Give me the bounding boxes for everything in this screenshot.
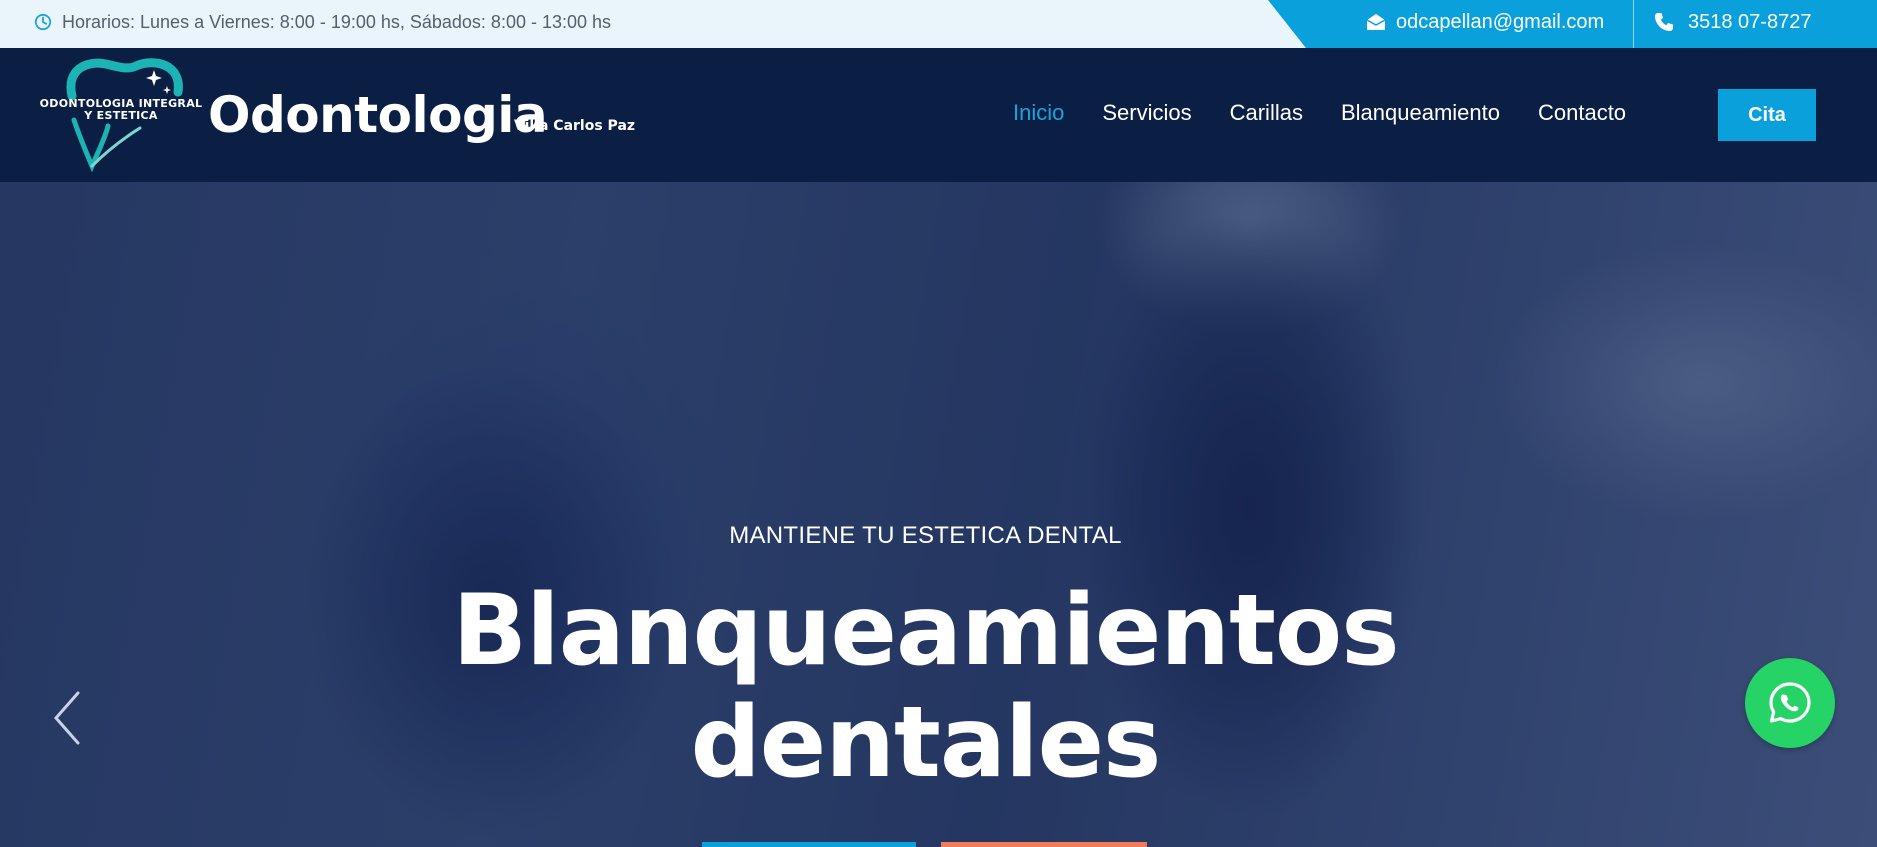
hero-secondary-button[interactable] (941, 842, 1147, 847)
nav-item-inicio[interactable]: Inicio (1013, 100, 1064, 126)
nav-item-servicios[interactable]: Servicios (1102, 100, 1191, 126)
cita-button[interactable]: Cita (1718, 89, 1816, 141)
brand-name[interactable]: Odontologia (208, 86, 548, 144)
hero-subtitle: MANTIENE TU ESTETICA DENTAL (729, 522, 1122, 549)
nav-item-carillas[interactable]: Carillas (1230, 100, 1303, 126)
hero-slider: MANTIENE TU ESTETICA DENTAL Blanqueamien… (0, 182, 1877, 847)
main-nav: Inicio Servicios Carillas Blanqueamiento… (1013, 100, 1664, 126)
phone-icon (1655, 13, 1673, 31)
logo-text: ODONTOLOGIA INTEGRAL Y ESTETICA (36, 98, 206, 122)
top-info-bar: Horarios: Lunes a Viernes: 8:00 - 19:00 … (0, 0, 1877, 48)
phone-text: 3518 07-8727 (1688, 10, 1812, 33)
nav-item-contacto[interactable]: Contacto (1538, 100, 1626, 126)
main-header: ODONTOLOGIA INTEGRAL Y ESTETICA Odontolo… (0, 48, 1877, 182)
whatsapp-button[interactable] (1745, 658, 1835, 748)
hero-title: Blanqueamientos dentales (0, 575, 1851, 799)
logo-line-2: Y ESTETICA (84, 109, 158, 122)
envelope-icon (1366, 14, 1386, 30)
site-logo[interactable]: ODONTOLOGIA INTEGRAL Y ESTETICA (36, 56, 206, 174)
hours-text: Horarios: Lunes a Viernes: 8:00 - 19:00 … (62, 11, 612, 32)
email-text: odcapellan@gmail.com (1396, 10, 1605, 33)
nav-item-blanqueamiento[interactable]: Blanqueamiento (1341, 100, 1500, 126)
chevron-left-icon[interactable] (52, 690, 82, 746)
brand-location: Villa Carlos Paz (514, 118, 636, 134)
business-hours: Horarios: Lunes a Viernes: 8:00 - 19:00 … (34, 0, 611, 44)
email-link[interactable]: odcapellan@gmail.com (1366, 0, 1604, 44)
whatsapp-icon (1769, 682, 1811, 723)
phone-link[interactable]: 3518 07-8727 (1654, 0, 1811, 44)
clock-icon (34, 13, 52, 31)
hero-title-line-1: Blanqueamientos (452, 574, 1399, 688)
hero-title-line-2: dentales (690, 686, 1162, 800)
hero-primary-button[interactable] (702, 842, 916, 847)
topbar-divider (1633, 0, 1634, 48)
